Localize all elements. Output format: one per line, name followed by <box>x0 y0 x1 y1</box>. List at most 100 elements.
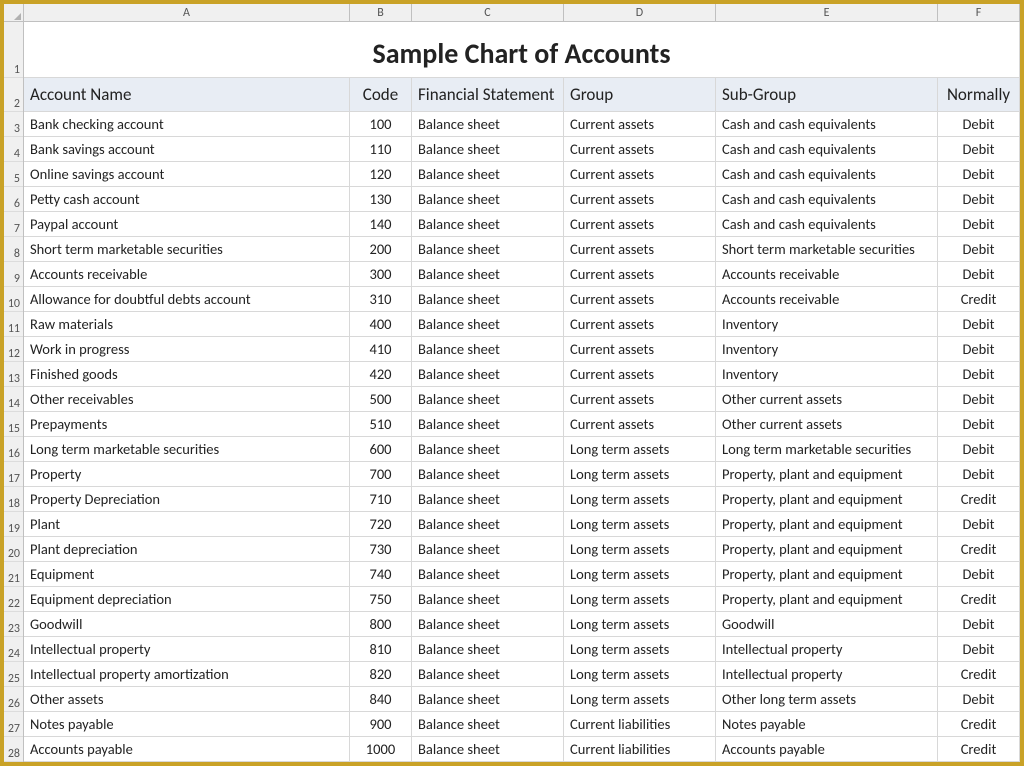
cell-group[interactable]: Long term assets <box>564 587 716 611</box>
cell-group[interactable]: Current assets <box>564 262 716 286</box>
cell-subgroup[interactable]: Cash and cash equivalents <box>716 112 938 136</box>
cell-code[interactable]: 800 <box>350 612 412 636</box>
cell-statement[interactable]: Balance sheet <box>412 612 564 636</box>
cell-subgroup[interactable]: Cash and cash equivalents <box>716 187 938 211</box>
select-all-corner[interactable] <box>4 4 24 21</box>
cell-code[interactable]: 140 <box>350 212 412 236</box>
row-number[interactable]: 15 <box>4 412 23 437</box>
row-number[interactable]: 3 <box>4 112 23 137</box>
cell-subgroup[interactable]: Other long term assets <box>716 687 938 711</box>
cell-code[interactable]: 900 <box>350 712 412 736</box>
cell-normally[interactable]: Debit <box>938 237 1020 261</box>
cell-normally[interactable]: Debit <box>938 137 1020 161</box>
row-number[interactable]: 8 <box>4 237 23 262</box>
cell-code[interactable]: 420 <box>350 362 412 386</box>
cell-group[interactable]: Current assets <box>564 337 716 361</box>
cell-account-name[interactable]: Property Depreciation <box>24 487 350 511</box>
cell-normally[interactable]: Debit <box>938 162 1020 186</box>
cell-code[interactable]: 500 <box>350 387 412 411</box>
cell-code[interactable]: 820 <box>350 662 412 686</box>
row-number[interactable]: 19 <box>4 512 23 537</box>
cell-account-name[interactable]: Plant depreciation <box>24 537 350 561</box>
cell-statement[interactable]: Balance sheet <box>412 137 564 161</box>
row-number[interactable]: 25 <box>4 662 23 687</box>
cell-account-name[interactable]: Long term marketable securities <box>24 437 350 461</box>
cell-code[interactable]: 730 <box>350 537 412 561</box>
cell-code[interactable]: 750 <box>350 587 412 611</box>
cell-account-name[interactable]: Work in progress <box>24 337 350 361</box>
row-number[interactable]: 20 <box>4 537 23 562</box>
cell-group[interactable]: Long term assets <box>564 687 716 711</box>
cell-account-name[interactable]: Paypal account <box>24 212 350 236</box>
cell-statement[interactable]: Balance sheet <box>412 662 564 686</box>
cell-normally[interactable]: Debit <box>938 337 1020 361</box>
cell-code[interactable]: 300 <box>350 262 412 286</box>
row-number[interactable]: 13 <box>4 362 23 387</box>
cell-subgroup[interactable]: Short term marketable securities <box>716 237 938 261</box>
cell-normally[interactable]: Debit <box>938 512 1020 536</box>
cell-normally[interactable]: Debit <box>938 687 1020 711</box>
cell-group[interactable]: Long term assets <box>564 537 716 561</box>
header-code[interactable]: Code <box>350 78 412 111</box>
header-sub-group[interactable]: Sub-Group <box>716 78 938 111</box>
row-number[interactable]: 2 <box>4 78 23 112</box>
cell-account-name[interactable]: Short term marketable securities <box>24 237 350 261</box>
cell-statement[interactable]: Balance sheet <box>412 262 564 286</box>
cell-account-name[interactable]: Intellectual property amortization <box>24 662 350 686</box>
cell-account-name[interactable]: Accounts receivable <box>24 262 350 286</box>
cell-statement[interactable]: Balance sheet <box>412 487 564 511</box>
cell-account-name[interactable]: Accounts payable <box>24 737 350 761</box>
title-cell[interactable]: Sample Chart of Accounts <box>24 22 1020 77</box>
cell-account-name[interactable]: Allowance for doubtful debts account <box>24 287 350 311</box>
cell-normally[interactable]: Credit <box>938 712 1020 736</box>
header-normally[interactable]: Normally <box>938 78 1020 111</box>
cell-statement[interactable]: Balance sheet <box>412 537 564 561</box>
cell-code[interactable]: 600 <box>350 437 412 461</box>
col-header-F[interactable]: F <box>938 4 1020 21</box>
cell-group[interactable]: Current assets <box>564 287 716 311</box>
cell-code[interactable]: 720 <box>350 512 412 536</box>
cell-code[interactable]: 840 <box>350 687 412 711</box>
row-number[interactable]: 26 <box>4 687 23 712</box>
cell-normally[interactable]: Debit <box>938 612 1020 636</box>
cell-code[interactable]: 310 <box>350 287 412 311</box>
row-number[interactable]: 27 <box>4 712 23 737</box>
cell-subgroup[interactable]: Cash and cash equivalents <box>716 162 938 186</box>
cell-account-name[interactable]: Property <box>24 462 350 486</box>
cell-normally[interactable]: Debit <box>938 562 1020 586</box>
cell-code[interactable]: 110 <box>350 137 412 161</box>
cell-group[interactable]: Current liabilities <box>564 712 716 736</box>
cell-code[interactable]: 700 <box>350 462 412 486</box>
cell-subgroup[interactable]: Accounts receivable <box>716 262 938 286</box>
cell-normally[interactable]: Credit <box>938 587 1020 611</box>
cell-statement[interactable]: Balance sheet <box>412 312 564 336</box>
cell-normally[interactable]: Credit <box>938 737 1020 761</box>
cell-account-name[interactable]: Bank checking account <box>24 112 350 136</box>
row-number[interactable]: 7 <box>4 212 23 237</box>
cell-code[interactable]: 400 <box>350 312 412 336</box>
cell-account-name[interactable]: Petty cash account <box>24 187 350 211</box>
cell-group[interactable]: Current liabilities <box>564 737 716 761</box>
cell-normally[interactable]: Debit <box>938 437 1020 461</box>
cell-statement[interactable]: Balance sheet <box>412 412 564 436</box>
cell-normally[interactable]: Credit <box>938 537 1020 561</box>
cell-account-name[interactable]: Raw materials <box>24 312 350 336</box>
cell-code[interactable]: 130 <box>350 187 412 211</box>
cell-subgroup[interactable]: Property, plant and equipment <box>716 462 938 486</box>
cell-group[interactable]: Long term assets <box>564 662 716 686</box>
cell-group[interactable]: Long term assets <box>564 462 716 486</box>
row-number[interactable]: 23 <box>4 612 23 637</box>
row-number[interactable]: 22 <box>4 587 23 612</box>
cell-code[interactable]: 710 <box>350 487 412 511</box>
row-number[interactable]: 17 <box>4 462 23 487</box>
cell-subgroup[interactable]: Accounts receivable <box>716 287 938 311</box>
col-header-A[interactable]: A <box>24 4 350 21</box>
cell-normally[interactable]: Credit <box>938 662 1020 686</box>
cell-normally[interactable]: Debit <box>938 412 1020 436</box>
cell-subgroup[interactable]: Intellectual property <box>716 662 938 686</box>
cell-subgroup[interactable]: Property, plant and equipment <box>716 487 938 511</box>
cell-group[interactable]: Current assets <box>564 362 716 386</box>
row-number[interactable]: 14 <box>4 387 23 412</box>
row-number[interactable]: 24 <box>4 637 23 662</box>
cell-statement[interactable]: Balance sheet <box>412 562 564 586</box>
